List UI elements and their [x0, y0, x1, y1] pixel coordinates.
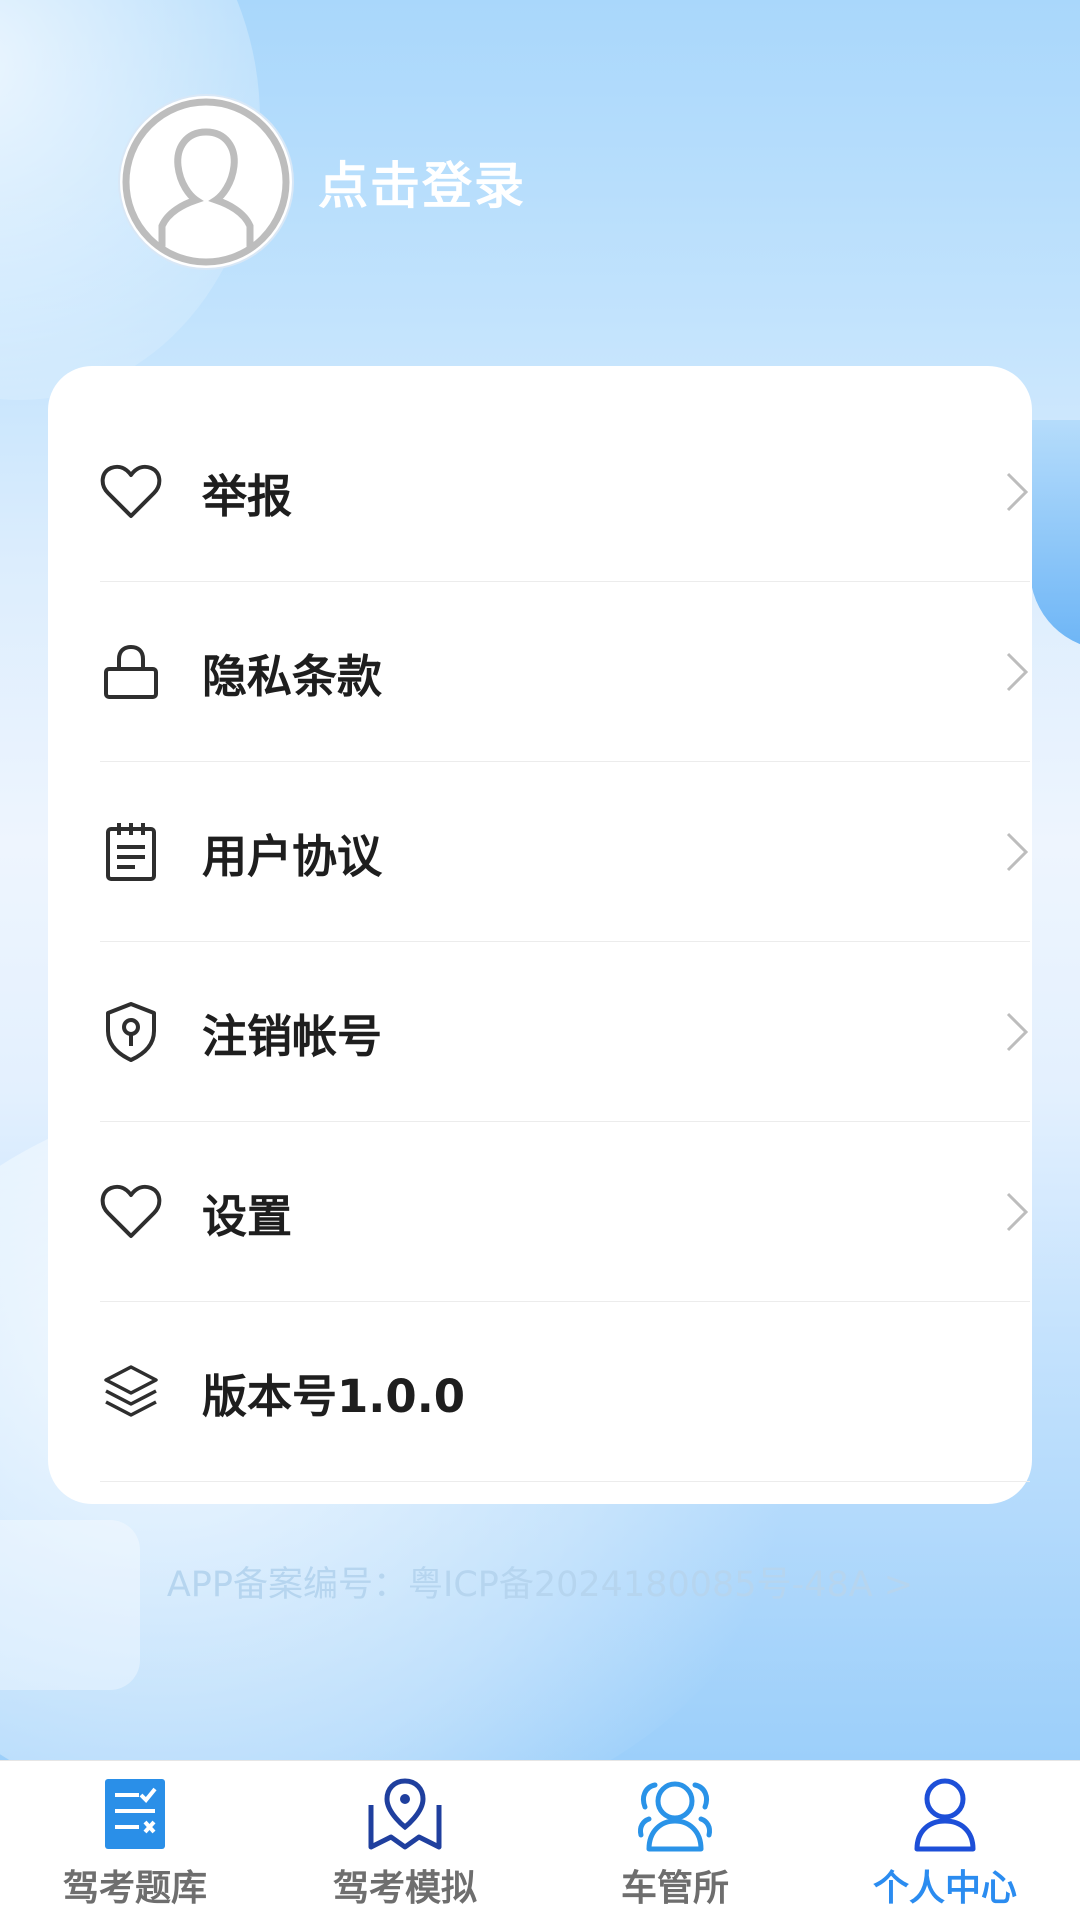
notepad-icon	[100, 821, 162, 883]
user-avatar-placeholder-icon[interactable]	[120, 96, 292, 268]
profile-header[interactable]: 点击登录	[120, 96, 526, 268]
question-bank-icon	[105, 1779, 165, 1849]
menu-item-user-agreement[interactable]: 用户协议	[100, 762, 1030, 942]
menu-item-settings[interactable]: 设置	[100, 1122, 1030, 1302]
menu-item-label: 隐私条款	[202, 649, 383, 703]
heart-icon	[100, 1181, 162, 1243]
menu-item-label: 设置	[202, 1189, 293, 1243]
chevron-right-icon	[1006, 1012, 1029, 1052]
person-icon	[914, 1778, 976, 1852]
bottom-tab-bar: 驾考题库 驾考模拟 车管所 个人中心	[0, 1760, 1080, 1921]
chevron-right-icon	[1006, 832, 1029, 872]
tab-label: 驾考题库	[62, 1868, 207, 1909]
version-label: 版本号1.0.0	[202, 1369, 466, 1423]
chevron-right-icon	[1006, 472, 1029, 512]
tab-label: 个人中心	[872, 1868, 1017, 1909]
tab-mock-exam[interactable]: 驾考模拟	[270, 1761, 540, 1921]
background-decoration	[1030, 420, 1080, 650]
chevron-right-icon	[1006, 1192, 1029, 1232]
menu-item-label: 注销帐号	[202, 1009, 383, 1063]
divider	[100, 1481, 1030, 1482]
menu-item-delete-account[interactable]: 注销帐号	[100, 942, 1030, 1122]
menu-item-label: 举报	[202, 469, 293, 523]
tab-label: 车管所	[620, 1868, 729, 1909]
tab-personal-center[interactable]: 个人中心	[810, 1761, 1080, 1921]
tab-label: 驾考模拟	[332, 1868, 477, 1909]
chevron-right-icon	[1006, 652, 1029, 692]
people-icon	[638, 1781, 712, 1852]
layers-icon	[100, 1361, 162, 1423]
login-link[interactable]: 点击登录	[318, 146, 526, 218]
menu-item-label: 用户协议	[202, 829, 383, 883]
tab-question-bank[interactable]: 驾考题库	[0, 1761, 270, 1921]
menu-card: 举报 隐私条款 用户协议 注销帐号 设置 版本号1.0.0	[48, 366, 1032, 1504]
tab-vehicle-office[interactable]: 车管所	[540, 1761, 810, 1921]
menu-item-report[interactable]: 举报	[100, 402, 1030, 582]
menu-item-version: 版本号1.0.0	[100, 1302, 1030, 1482]
heart-icon	[100, 461, 162, 523]
shield-key-icon	[100, 1001, 162, 1063]
lock-icon	[100, 641, 162, 703]
menu-item-privacy[interactable]: 隐私条款	[100, 582, 1030, 762]
map-pin-icon	[368, 1778, 442, 1850]
icp-record-link[interactable]: APP备案编号：粤ICP备2024180085号-48A >	[0, 1556, 1080, 1607]
